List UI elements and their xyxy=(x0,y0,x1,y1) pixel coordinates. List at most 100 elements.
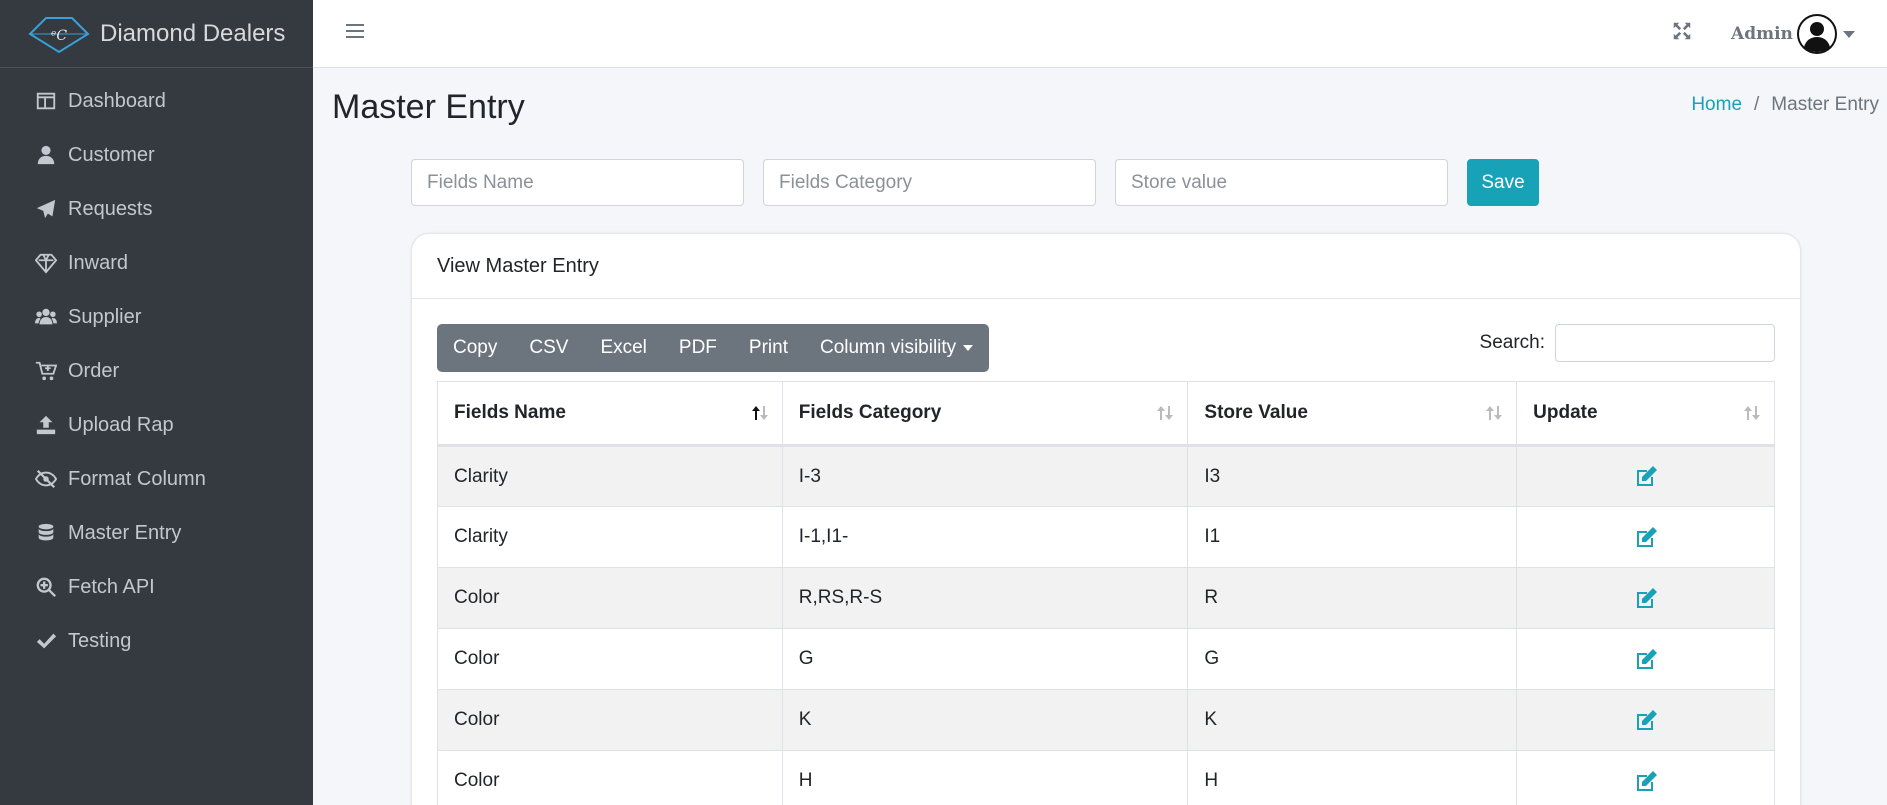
sidebar-item-label: Order xyxy=(68,359,120,382)
sidebar-item-label: Supplier xyxy=(68,305,142,328)
table-row: Color K K xyxy=(437,689,1775,751)
table-body: Clarity I-3 I3 Clarity I-1,I1- I1 Color R,RS,R-… xyxy=(437,445,1775,805)
eye-slash-icon xyxy=(34,467,58,491)
column-visibility-button[interactable]: Column visibility xyxy=(804,324,989,372)
edit-icon[interactable] xyxy=(1634,587,1658,609)
edit-icon[interactable] xyxy=(1634,526,1658,548)
table-search: Search: xyxy=(1480,324,1775,362)
sidebar-item-label: Inward xyxy=(68,251,129,274)
cell-fields-category: K xyxy=(781,689,1189,751)
sidebar-item-master-entry[interactable]: Master Entry xyxy=(0,506,313,560)
sidebar-item-label: Format Column xyxy=(68,467,206,490)
sidebar-item-customer[interactable]: Customer xyxy=(0,128,313,182)
cell-fields-name: Color xyxy=(437,750,783,805)
caret-down-icon xyxy=(963,345,974,351)
cell-fields-name: Color xyxy=(437,567,783,629)
view-master-entry-card: View Master Entry Copy CSV Excel PDF Pri… xyxy=(411,233,1801,805)
cell-store-value: R xyxy=(1187,567,1518,629)
avatar-icon xyxy=(1796,14,1837,54)
user-icon xyxy=(34,143,58,167)
cell-store-value: I1 xyxy=(1187,506,1518,568)
search-plus-icon xyxy=(34,575,58,599)
breadcrumb-home-link[interactable]: Home xyxy=(1691,94,1742,116)
master-entry-table: Fields Name Fields Category Store Value … xyxy=(437,381,1775,805)
copy-button[interactable]: Copy xyxy=(437,324,513,372)
edit-icon[interactable] xyxy=(1634,709,1658,731)
sidebar-item-label: Requests xyxy=(68,197,153,220)
cell-store-value: G xyxy=(1187,628,1518,690)
sort-icon xyxy=(1157,406,1174,420)
column-header-fields-category[interactable]: Fields Category xyxy=(781,381,1189,447)
cell-fields-category: G xyxy=(781,628,1189,690)
edit-icon[interactable] xyxy=(1634,648,1658,670)
fields-name-input[interactable] xyxy=(411,159,744,206)
search-input[interactable] xyxy=(1555,324,1775,362)
table-row: Color H H xyxy=(437,750,1775,805)
sidebar-item-upload-rap[interactable]: Upload Rap xyxy=(0,398,313,452)
sidebar-item-label: Upload Rap xyxy=(68,413,174,436)
excel-button[interactable]: Excel xyxy=(584,324,662,372)
cell-fields-name: Color xyxy=(437,689,783,751)
sort-icon xyxy=(1744,406,1760,420)
edit-icon[interactable] xyxy=(1634,465,1658,487)
table-row: Color R,RS,R-S R xyxy=(437,567,1775,629)
users-icon xyxy=(34,305,58,329)
top-navbar: Admin xyxy=(313,0,1887,68)
column-header-label: Fields Name xyxy=(454,402,566,423)
store-value-input[interactable] xyxy=(1115,159,1448,206)
column-header-label: Fields Category xyxy=(798,402,942,423)
column-visibility-label: Column visibility xyxy=(819,337,957,358)
sidebar-item-label: Customer xyxy=(68,143,155,166)
user-menu[interactable]: Admin xyxy=(1731,14,1855,54)
search-label: Search: xyxy=(1479,332,1545,353)
pdf-button[interactable]: PDF xyxy=(663,324,733,372)
page-title: Master Entry xyxy=(332,88,525,126)
sidebar-item-label: Master Entry xyxy=(68,521,182,544)
sidebar-item-testing[interactable]: Testing xyxy=(0,614,313,668)
cell-fields-name: Clarity xyxy=(437,506,783,568)
column-header-store-value[interactable]: Store Value xyxy=(1187,381,1518,447)
sidebar-item-dashboard[interactable]: Dashboard xyxy=(0,74,313,128)
table-row: Clarity I-1,I1- I1 xyxy=(437,506,1775,568)
sidebar-item-label: Testing xyxy=(68,629,132,652)
table-header-row: Fields Name Fields Category Store Value … xyxy=(437,381,1775,447)
edit-icon[interactable] xyxy=(1634,770,1658,792)
cell-update xyxy=(1516,628,1775,690)
column-header-label: Update xyxy=(1533,402,1598,423)
export-button-group: Copy CSV Excel PDF Print Column visibili… xyxy=(437,324,990,372)
cell-update xyxy=(1516,750,1775,805)
cell-store-value: K xyxy=(1187,689,1518,751)
upload-icon xyxy=(34,413,58,437)
sidebar-item-supplier[interactable]: Supplier xyxy=(0,290,313,344)
sidebar-nav: Dashboard Customer Requests Inward Suppl… xyxy=(0,68,313,668)
user-name: Admin xyxy=(1731,24,1793,44)
sidebar-item-inward[interactable]: Inward xyxy=(0,236,313,290)
diamond-icon xyxy=(34,251,58,275)
cell-fields-category: I-1,I1- xyxy=(781,506,1189,568)
cell-update xyxy=(1516,689,1775,751)
cell-update xyxy=(1516,445,1775,507)
database-icon xyxy=(34,521,58,545)
sidebar-item-label: Fetch API xyxy=(68,575,155,598)
save-button[interactable]: Save xyxy=(1467,159,1539,206)
chevron-down-icon xyxy=(1842,30,1855,38)
sidebar-item-format-column[interactable]: Format Column xyxy=(0,452,313,506)
cell-update xyxy=(1516,506,1775,568)
print-button[interactable]: Print xyxy=(733,324,804,372)
column-header-fields-name[interactable]: Fields Name xyxy=(437,381,783,447)
cell-fields-name: Color xyxy=(437,628,783,690)
fields-category-input[interactable] xyxy=(763,159,1096,206)
sidebar-item-requests[interactable]: Requests xyxy=(0,182,313,236)
brand[interactable]: ᵉC Diamond Dealers xyxy=(0,0,313,68)
cell-update xyxy=(1516,567,1775,629)
sidebar-item-fetch-api[interactable]: Fetch API xyxy=(0,560,313,614)
check-icon xyxy=(34,629,58,653)
svg-text:ᵉC: ᵉC xyxy=(51,28,67,44)
hamburger-menu-icon[interactable] xyxy=(343,19,367,43)
column-header-label: Store Value xyxy=(1204,402,1308,423)
column-header-update[interactable]: Update xyxy=(1516,381,1775,447)
csv-button[interactable]: CSV xyxy=(513,324,584,372)
table-row: Color G G xyxy=(437,628,1775,690)
fullscreen-icon[interactable] xyxy=(1671,20,1693,42)
sidebar-item-order[interactable]: Order xyxy=(0,344,313,398)
